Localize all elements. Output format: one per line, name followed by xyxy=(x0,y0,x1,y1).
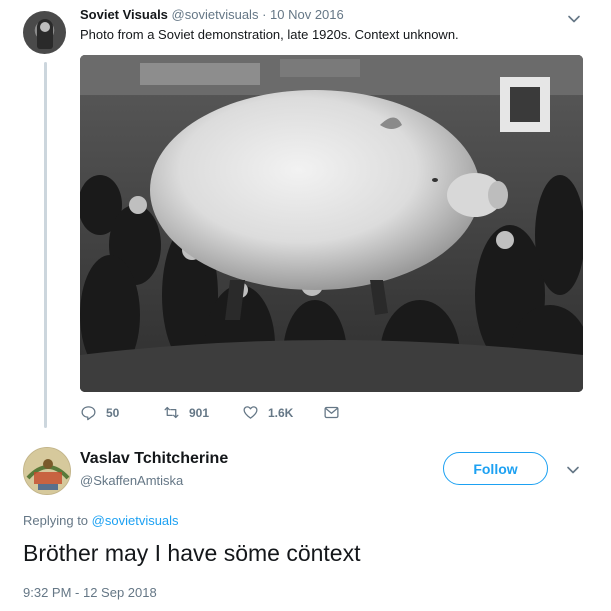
retweet-icon xyxy=(164,406,179,419)
separator: · xyxy=(258,7,271,22)
reply-count: 50 xyxy=(106,405,120,420)
reply-action[interactable]: 50 xyxy=(80,404,119,421)
reply-timestamp[interactable]: 9:32 PM - 12 Sep 2018 xyxy=(23,585,157,600)
reply-icon xyxy=(81,406,96,421)
like-action[interactable]: 1.6K xyxy=(242,404,293,421)
like-count: 1.6K xyxy=(268,405,294,420)
replying-prefix: Replying to xyxy=(23,513,92,528)
author-handle[interactable]: @sovietvisuals xyxy=(172,7,259,22)
reply-author-handle[interactable]: @SkaffenAmtiska xyxy=(80,473,183,488)
replying-to-link[interactable]: @sovietvisuals xyxy=(92,513,179,528)
avatar-face xyxy=(40,22,50,32)
tweet-text: Photo from a Soviet demonstration, late … xyxy=(80,27,459,42)
retweet-count: 901 xyxy=(189,405,210,420)
reply-author-name[interactable]: Vaslav Tchitcherine xyxy=(80,450,228,468)
avatar-sovietvisuals[interactable] xyxy=(23,11,66,54)
author-name[interactable]: Soviet Visuals xyxy=(80,7,168,22)
follow-button[interactable]: Follow xyxy=(443,452,548,485)
tweet-photo[interactable] xyxy=(80,55,583,392)
like-icon xyxy=(243,406,258,419)
avatar-skaffenamtiska[interactable] xyxy=(23,447,71,495)
chevron-down-icon[interactable] xyxy=(566,463,580,477)
tweet-date[interactable]: 10 Nov 2016 xyxy=(270,7,344,22)
reply-text: Bröther may I have söme cöntext xyxy=(23,540,361,566)
dm-action[interactable] xyxy=(323,404,349,421)
retweet-action[interactable]: 901 xyxy=(163,404,209,421)
dm-icon xyxy=(324,406,339,419)
tweet-header: Soviet Visuals @sovietvisuals · 10 Nov 2… xyxy=(80,7,344,22)
thread-line xyxy=(44,62,47,428)
chevron-down-icon[interactable] xyxy=(567,12,581,26)
replying-to: Replying to @sovietvisuals xyxy=(23,513,179,528)
